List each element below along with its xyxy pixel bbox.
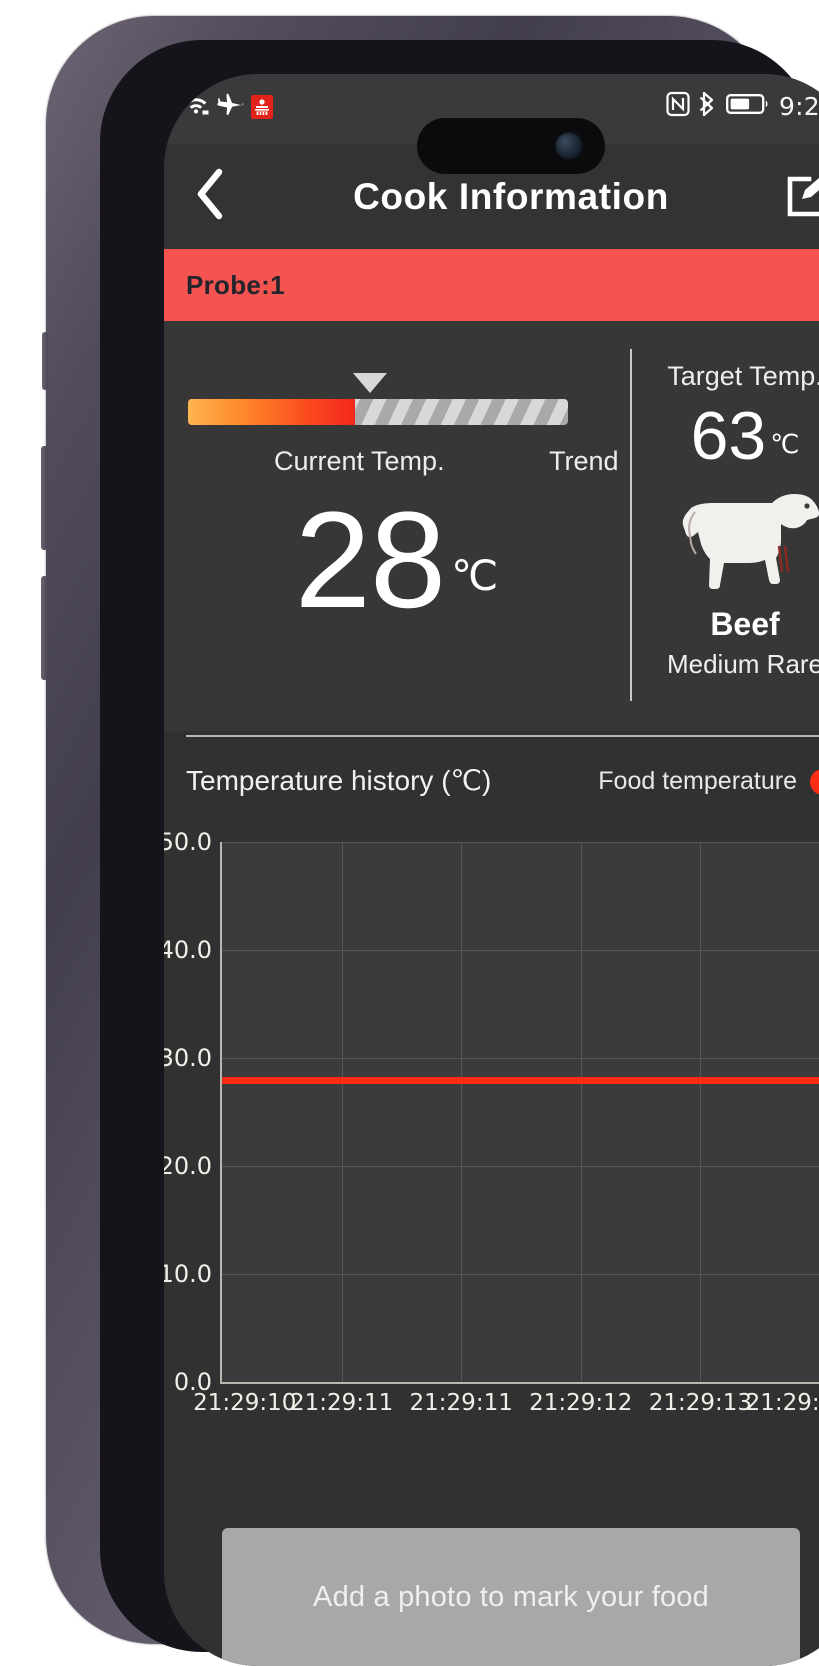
section-divider xyxy=(186,735,819,737)
target-temp-label: Target Temp. xyxy=(667,361,819,391)
chart-y-tick-label: 20.0 xyxy=(164,1152,212,1180)
current-temp-unit: ℃ xyxy=(451,552,499,600)
chart-gridline-horizontal xyxy=(222,1166,819,1167)
edit-pencil-icon xyxy=(784,169,819,224)
chart-gridline-horizontal xyxy=(222,842,819,843)
chart-y-tick-label: 10.0 xyxy=(164,1260,212,1288)
front-camera-icon xyxy=(555,132,583,160)
legend-color-dot xyxy=(810,768,819,795)
chart-gridline-horizontal xyxy=(222,950,819,951)
target-temp-value-row: 63 ℃ xyxy=(632,402,819,470)
page-title: Cook Information xyxy=(353,175,669,217)
chevron-left-icon xyxy=(193,168,227,225)
chart-plot-area: 50.0 40.0 30.0 20.0 10.0 0.0 21:29:10 21:29:11 2… xyxy=(164,828,819,1416)
battery-icon xyxy=(726,92,770,121)
chart-gridline-vertical xyxy=(700,842,702,1382)
current-temp-value: 28 xyxy=(294,484,446,637)
airplane-mode-icon xyxy=(217,92,244,121)
screenshot-root: 9:29 xyxy=(0,0,819,1666)
trend-label: Trend xyxy=(549,446,619,476)
phone-screen: 9:29 xyxy=(164,74,819,1666)
add-photo-button[interactable]: Add a photo to mark your food xyxy=(222,1528,800,1666)
chart-series-line xyxy=(222,1076,819,1084)
probe-banner: Probe:1 xyxy=(164,249,819,321)
chart-gridline-horizontal xyxy=(222,1274,819,1275)
chart-y-tick-label: 50.0 xyxy=(164,828,212,856)
food-name: Beef xyxy=(710,606,780,642)
status-bar-right-icons: 9:29 xyxy=(666,91,819,122)
target-temp-section: Target Temp. 63 ℃ Beef Medium Rare xyxy=(632,321,819,731)
target-temp-value: 63 xyxy=(690,398,767,474)
cook-summary-panel: Current Temp. Trend 28 ℃ Target Temp. 63… xyxy=(164,321,819,731)
progress-fill xyxy=(188,399,356,425)
chart-gridline-vertical xyxy=(341,842,343,1382)
legend-label: Food temperature xyxy=(598,767,797,795)
nfc-icon xyxy=(666,91,690,122)
chart-x-tick-label: 21:29:12 xyxy=(529,1390,633,1416)
chart-x-tick-label: 21:29:10 xyxy=(193,1390,297,1416)
current-temp-label: Current Temp. xyxy=(274,446,445,476)
chart-gridline-horizontal xyxy=(222,1058,819,1059)
chart-y-tick-label: 40.0 xyxy=(164,936,212,964)
volume-up-button[interactable] xyxy=(41,446,48,550)
progress-marker-icon xyxy=(353,373,388,393)
chart-y-tick-label: 30.0 xyxy=(164,1044,212,1072)
dynamic-island xyxy=(417,118,605,174)
chart-header: Temperature history (℃) Food temperature xyxy=(164,764,819,814)
add-photo-label: Add a photo to mark your food xyxy=(313,1580,709,1613)
silence-switch[interactable] xyxy=(42,332,48,390)
doneness-level: Medium Rare xyxy=(666,649,819,679)
cow-icon xyxy=(632,486,819,590)
status-bar-clock: 9:29 xyxy=(779,92,819,121)
status-bar-left-icons xyxy=(182,92,273,121)
chart-x-tick-label: 21:29:13 xyxy=(648,1390,753,1416)
chart-x-tick-label: 21:29:11 xyxy=(409,1390,513,1416)
phone-frame: 9:29 xyxy=(41,16,819,1666)
chart-title: Temperature history (℃) xyxy=(186,765,492,796)
wifi-icon xyxy=(182,92,210,121)
chart-legend: Food temperature xyxy=(598,767,819,796)
current-temp-value-row: 28 ℃ xyxy=(164,484,629,637)
temperature-history-chart[interactable]: 50.0 40.0 30.0 20.0 10.0 0.0 21:29:10 21:29:11 2… xyxy=(164,824,819,1444)
probe-label: Probe:1 xyxy=(186,269,285,300)
chart-x-tick-label: 21:29:14 xyxy=(745,1390,819,1416)
chart-gridline-vertical xyxy=(461,842,463,1382)
volume-down-button[interactable] xyxy=(41,576,48,680)
phone-bezel: 9:29 xyxy=(100,40,819,1666)
temperature-progress-bar[interactable] xyxy=(188,373,568,425)
back-button[interactable] xyxy=(182,168,238,225)
target-temp-unit: ℃ xyxy=(770,429,800,459)
chart-x-tick-label: 21:29:11 xyxy=(289,1390,394,1416)
bluetooth-icon xyxy=(699,91,717,122)
chart-gridline-vertical xyxy=(580,842,582,1382)
current-temp-section: Current Temp. Trend 28 ℃ xyxy=(164,321,629,731)
edit-button[interactable] xyxy=(780,168,819,226)
app-badge-icon xyxy=(251,94,273,119)
